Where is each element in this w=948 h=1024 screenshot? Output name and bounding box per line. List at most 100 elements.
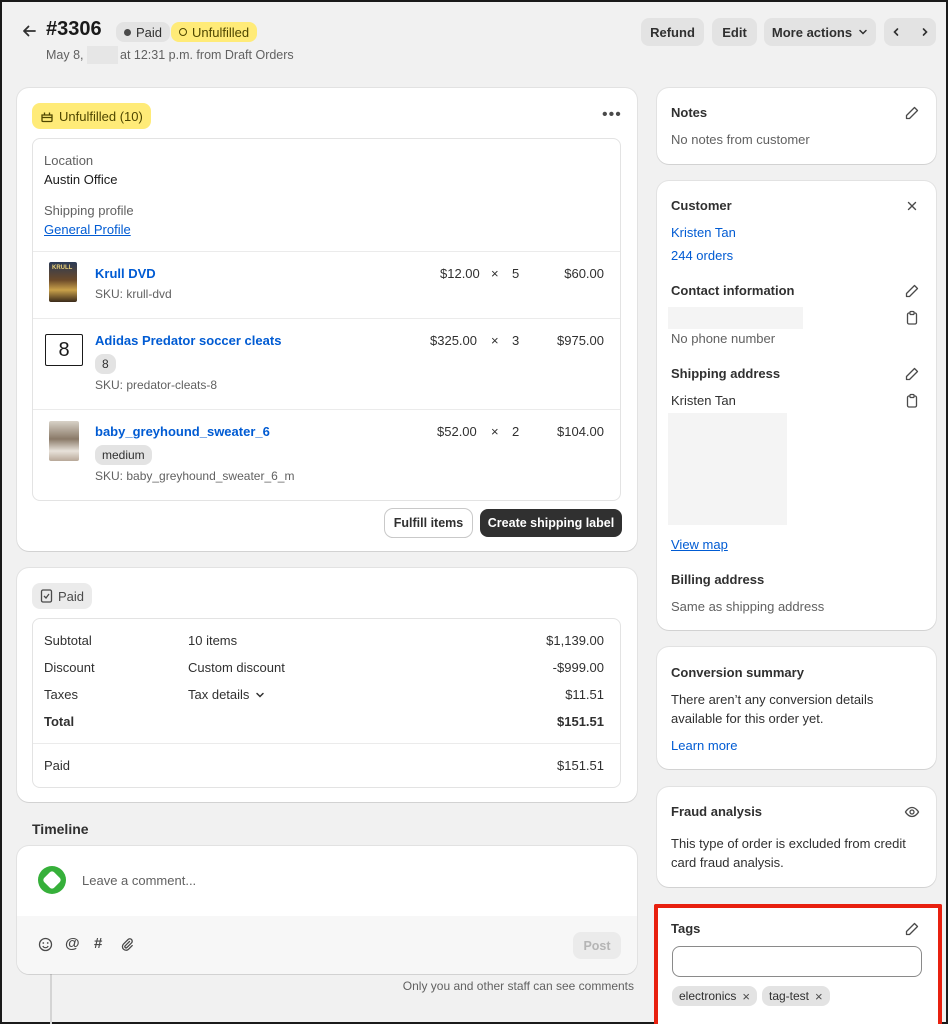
item-qty: 2 xyxy=(512,424,520,439)
redacted-address xyxy=(668,413,787,525)
create-shipping-label-button[interactable]: Create shipping label xyxy=(480,509,622,537)
remove-tag-icon[interactable]: × xyxy=(742,989,750,1004)
copy-icon[interactable] xyxy=(904,393,920,409)
attachment-icon[interactable] xyxy=(120,937,135,952)
variant-pill: medium xyxy=(95,445,152,465)
post-button[interactable]: Post xyxy=(573,932,621,959)
edit-pencil-icon[interactable] xyxy=(904,105,920,121)
fraud-text-line2: card fraud analysis. xyxy=(671,855,784,870)
remove-tag-icon[interactable]: × xyxy=(815,989,823,1004)
avatar xyxy=(38,866,66,894)
payment-summary-box xyxy=(32,618,621,788)
payment-row-amount: -$999.00 xyxy=(552,660,604,675)
payment-row-detail: 10 items xyxy=(188,633,238,648)
next-order-icon[interactable] xyxy=(920,27,930,37)
redacted-email xyxy=(668,307,803,329)
paid-label: Paid xyxy=(44,758,71,773)
more-actions-button[interactable]: More actions xyxy=(764,18,876,46)
tags-title: Tags xyxy=(671,921,701,936)
fulfillment-menu-icon[interactable]: ••• xyxy=(602,106,622,124)
timeline-title: Timeline xyxy=(32,821,89,837)
back-arrow-icon[interactable] xyxy=(20,22,38,40)
billing-address-text: Same as shipping address xyxy=(671,599,825,614)
edit-button[interactable]: Edit xyxy=(712,18,757,46)
item-total: $60.00 xyxy=(564,266,604,281)
fraud-text-line1: This type of order is excluded from cred… xyxy=(671,836,906,851)
previous-order-icon[interactable] xyxy=(891,27,901,37)
item-name-link[interactable]: Adidas Predator soccer cleats xyxy=(95,333,281,348)
payment-row-detail: Custom discount xyxy=(188,660,285,675)
payment-row-amount: $11.51 xyxy=(565,687,604,702)
item-price: $12.00 xyxy=(440,266,480,281)
payment-row-label: Total xyxy=(44,714,75,729)
unfulfilled-count-badge: Unfulfilled (10) xyxy=(32,103,151,129)
item-name-link[interactable]: Krull DVD xyxy=(95,266,156,281)
pager-buttons xyxy=(884,18,936,46)
divider xyxy=(33,318,620,319)
item-times: × xyxy=(491,424,499,439)
fraud-analysis-title: Fraud analysis xyxy=(671,804,763,819)
divider xyxy=(33,251,620,252)
learn-more-link[interactable]: Learn more xyxy=(671,738,737,753)
mention-icon[interactable]: @ xyxy=(65,935,80,952)
conversion-text-line2: available for this order yet. xyxy=(671,711,824,726)
copy-icon[interactable] xyxy=(904,310,920,326)
notes-card xyxy=(657,88,936,164)
ring-icon xyxy=(179,28,187,36)
receipt-check-icon xyxy=(40,589,53,603)
tag-chip-electronics: electronics × xyxy=(672,986,757,1006)
conversion-text-line1: There aren’t any conversion details xyxy=(671,692,874,707)
conversion-summary-title: Conversion summary xyxy=(671,665,804,680)
chevron-down-icon xyxy=(859,29,867,35)
emoji-icon[interactable] xyxy=(38,937,53,952)
billing-address-title: Billing address xyxy=(671,572,765,587)
comment-input[interactable]: Leave a comment... xyxy=(82,873,622,891)
payment-row-label: Subtotal xyxy=(44,633,92,648)
item-sku: SKU: krull-dvd xyxy=(95,287,172,301)
edit-pencil-icon[interactable] xyxy=(904,366,920,382)
view-map-link[interactable]: View map xyxy=(671,537,728,552)
payment-row-label: Taxes xyxy=(44,687,78,702)
customer-orders-link[interactable]: 244 orders xyxy=(671,248,733,263)
krull-dvd-thumbnail: KRULL xyxy=(49,262,77,302)
customer-title: Customer xyxy=(671,198,732,213)
item-total: $104.00 xyxy=(557,424,604,439)
hashtag-icon[interactable]: # xyxy=(94,935,102,952)
edit-pencil-icon[interactable] xyxy=(904,283,920,299)
eye-icon[interactable] xyxy=(904,804,920,820)
close-icon[interactable] xyxy=(904,198,920,214)
order-date-suffix: at 12:31 p.m. from Draft Orders xyxy=(120,48,294,62)
comment-visibility-note: Only you and other staff can see comment… xyxy=(402,979,634,993)
tags-input[interactable] xyxy=(672,946,922,977)
variant-pill: 8 xyxy=(95,354,116,374)
location-value: Austin Office xyxy=(44,172,118,187)
paid-badge: Paid xyxy=(32,583,93,609)
item-sku: SKU: predator-cleats-8 xyxy=(95,378,218,392)
shipping-address-title: Shipping address xyxy=(671,366,781,381)
timeline-line xyxy=(50,974,52,1024)
fulfill-items-button[interactable]: Fulfill items xyxy=(385,509,472,537)
refund-button[interactable]: Refund xyxy=(641,18,704,46)
shipping-profile-link[interactable]: General Profile xyxy=(44,222,131,237)
no-phone-text: No phone number xyxy=(671,331,776,346)
edit-pencil-icon[interactable] xyxy=(904,921,920,937)
paid-amount: $151.51 xyxy=(557,758,604,773)
item-sku: SKU: baby_greyhound_sweater_6_m xyxy=(95,469,295,483)
tax-details-toggle[interactable]: Tax details xyxy=(188,687,265,702)
page-title: #3306 xyxy=(46,18,102,40)
notes-title: Notes xyxy=(671,105,708,120)
redacted-year xyxy=(87,46,118,64)
item-times: × xyxy=(491,333,499,348)
item-price: $52.00 xyxy=(437,424,477,439)
sweater-thumbnail xyxy=(49,421,79,461)
customer-name-link[interactable]: Kristen Tan xyxy=(671,225,736,240)
item-qty: 5 xyxy=(512,266,520,281)
comment-composer xyxy=(17,846,637,974)
item-times: × xyxy=(491,266,499,281)
payment-row-label: Discount xyxy=(44,660,95,675)
divider xyxy=(33,743,620,744)
location-label: Location xyxy=(44,153,94,168)
package-icon xyxy=(41,112,53,123)
shipping-profile-label: Shipping profile xyxy=(44,203,134,218)
item-name-link[interactable]: baby_greyhound_sweater_6 xyxy=(95,424,270,439)
